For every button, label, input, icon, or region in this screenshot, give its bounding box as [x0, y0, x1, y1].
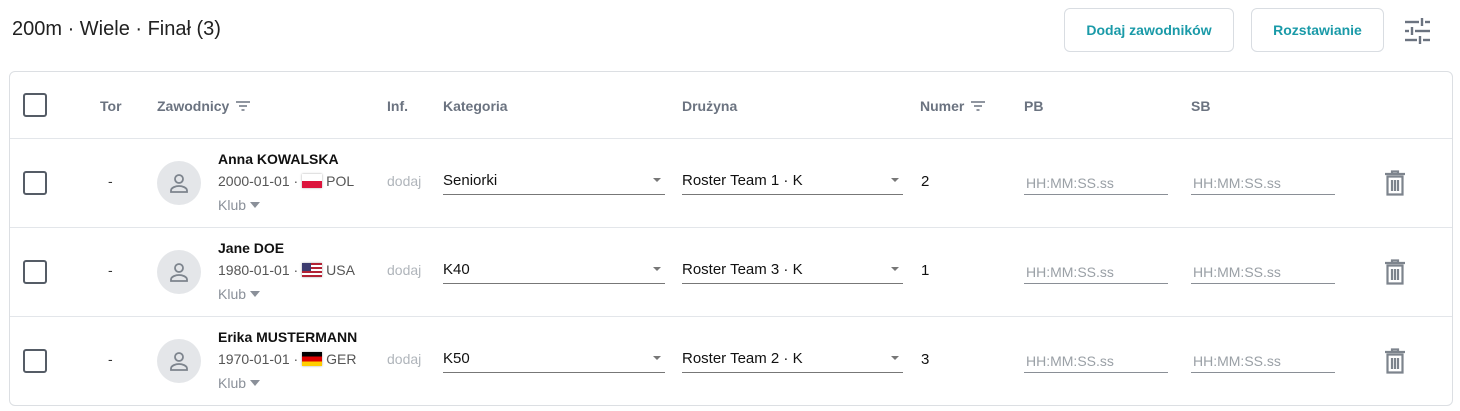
germany-flag-icon	[302, 352, 323, 366]
chevron-down-icon	[250, 380, 261, 386]
dropdown-arrow-icon	[653, 267, 661, 271]
row-checkbox[interactable]	[23, 349, 47, 373]
filter-icon[interactable]	[235, 100, 251, 112]
lane-value: -	[108, 351, 113, 367]
team-value: Roster Team 3 · K	[682, 261, 803, 278]
category-value: Seniorki	[443, 172, 498, 189]
filter-icon[interactable]	[970, 100, 986, 112]
athlete-birthdate: 1970-01-01 ·	[218, 351, 299, 367]
bib-number: 3	[921, 351, 930, 368]
bib-number: 1	[921, 262, 930, 279]
add-athletes-button[interactable]: Dodaj zawodników	[1064, 8, 1234, 52]
athlete-name: Jane DOE	[218, 240, 285, 256]
pb-input[interactable]	[1024, 341, 1168, 373]
pb-input[interactable]	[1024, 163, 1168, 195]
athlete-country: USA	[326, 262, 355, 278]
column-header-athletes-label: Zawodnicy	[157, 98, 230, 114]
athlete-meta: 2000-01-01 · POL	[218, 173, 354, 189]
team-value: Roster Team 1 · K	[682, 172, 803, 189]
lane-value: -	[108, 173, 113, 189]
add-info-link[interactable]: dodaj	[387, 262, 421, 278]
seeding-button[interactable]: Rozstawianie	[1251, 8, 1384, 52]
team-value: Roster Team 2 · K	[682, 350, 803, 367]
category-select[interactable]: K50	[443, 341, 665, 373]
dropdown-arrow-icon	[653, 178, 661, 182]
chevron-down-icon	[250, 291, 261, 297]
row-checkbox[interactable]	[23, 260, 47, 284]
select-all-checkbox[interactable]	[23, 93, 47, 117]
delete-icon[interactable]	[1381, 347, 1409, 375]
pb-input[interactable]	[1024, 252, 1168, 284]
athlete-country: POL	[326, 173, 355, 189]
column-header-team: Drużyna	[682, 98, 738, 114]
column-header-pb: PB	[1024, 98, 1044, 114]
column-header-category: Kategoria	[443, 98, 508, 114]
club-label: Klub	[218, 197, 247, 213]
person-icon	[170, 263, 188, 282]
add-info-link[interactable]: dodaj	[387, 351, 421, 367]
club-dropdown[interactable]: Klub	[218, 197, 261, 213]
athlete-birthdate: 1980-01-01 ·	[218, 262, 299, 278]
dropdown-arrow-icon	[653, 356, 661, 360]
tune-icon[interactable]	[1400, 14, 1434, 48]
club-dropdown[interactable]: Klub	[218, 286, 261, 302]
team-select[interactable]: Roster Team 2 · K	[682, 341, 903, 373]
column-header-info: Inf.	[387, 98, 408, 114]
column-header-number-label: Numer	[920, 98, 965, 114]
athlete-birthdate: 2000-01-01 ·	[218, 173, 299, 189]
column-header-lane: Tor	[100, 98, 122, 114]
poland-flag-icon	[302, 174, 323, 188]
club-dropdown[interactable]: Klub	[218, 375, 261, 391]
avatar	[157, 161, 201, 205]
dropdown-arrow-icon	[891, 178, 899, 182]
chevron-down-icon	[250, 202, 261, 208]
athletes-table: Tor Zawodnicy Inf. Kategoria Drużyna Num…	[9, 71, 1453, 406]
person-icon	[170, 352, 188, 371]
athlete-meta: 1980-01-01 · USA	[218, 262, 355, 278]
column-header-athletes[interactable]: Zawodnicy	[157, 98, 251, 114]
avatar	[157, 250, 201, 294]
athlete-country: GER	[326, 351, 357, 367]
row-checkbox[interactable]	[23, 171, 47, 195]
club-label: Klub	[218, 286, 247, 302]
category-select[interactable]: Seniorki	[443, 163, 665, 195]
sb-input[interactable]	[1191, 341, 1335, 373]
team-select[interactable]: Roster Team 1 · K	[682, 163, 903, 195]
table-row: - Anna KOWALSKA 2000-01-01 · POL Klub do…	[10, 139, 1452, 228]
page-title: 200m · Wiele · Finał (3)	[12, 18, 221, 40]
column-header-sb: SB	[1191, 98, 1211, 114]
athlete-name: Erika MUSTERMANN	[218, 329, 358, 345]
club-label: Klub	[218, 375, 247, 391]
table-row: - Jane DOE 1980-01-01 · USA Klub dodaj K…	[10, 228, 1452, 317]
dropdown-arrow-icon	[891, 356, 899, 360]
person-icon	[170, 174, 188, 193]
column-header-number[interactable]: Numer	[920, 98, 986, 114]
avatar	[157, 339, 201, 383]
sb-input[interactable]	[1191, 252, 1335, 284]
category-select[interactable]: K40	[443, 252, 665, 284]
lane-value: -	[108, 262, 113, 278]
delete-icon[interactable]	[1381, 169, 1409, 197]
usa-flag-icon	[302, 263, 323, 277]
athlete-name: Anna KOWALSKA	[218, 151, 339, 167]
table-header-row: Tor Zawodnicy Inf. Kategoria Drużyna Num…	[10, 72, 1452, 139]
category-value: K40	[443, 261, 470, 278]
athlete-meta: 1970-01-01 · GER	[218, 351, 357, 367]
team-select[interactable]: Roster Team 3 · K	[682, 252, 903, 284]
dropdown-arrow-icon	[891, 267, 899, 271]
delete-icon[interactable]	[1381, 258, 1409, 286]
add-info-link[interactable]: dodaj	[387, 173, 421, 189]
bib-number: 2	[921, 173, 930, 190]
category-value: K50	[443, 350, 470, 367]
table-row: - Erika MUSTERMANN 1970-01-01 · GER Klub…	[10, 317, 1452, 405]
sb-input[interactable]	[1191, 163, 1335, 195]
